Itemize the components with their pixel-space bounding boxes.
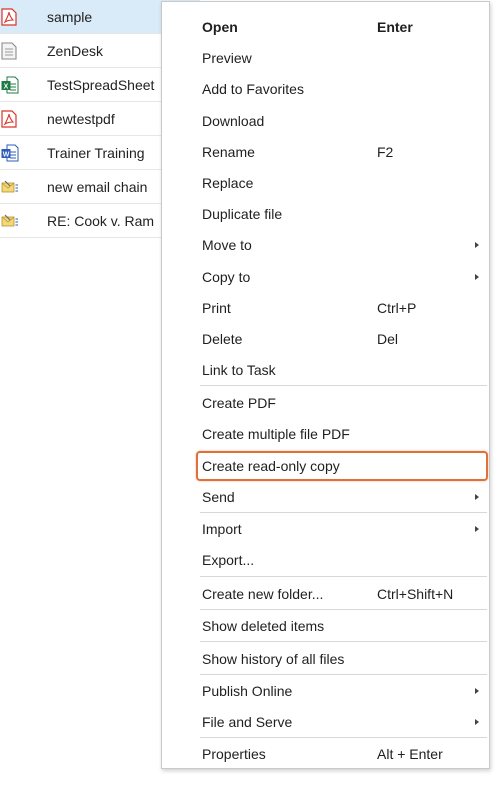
menu-item-label: Replace bbox=[202, 174, 254, 191]
menu-item-label: Print bbox=[202, 299, 231, 316]
excel-icon: X bbox=[1, 76, 19, 94]
menu-separator bbox=[200, 385, 487, 386]
menu-item-label: Import bbox=[202, 520, 242, 537]
menu-item-file-and-serve[interactable]: File and Serve bbox=[162, 706, 489, 737]
menu-item-label: Create multiple file PDF bbox=[202, 425, 350, 442]
menu-item-import[interactable]: Import bbox=[162, 513, 489, 544]
submenu-arrow-icon bbox=[475, 718, 479, 725]
menu-item-send[interactable]: Send bbox=[162, 481, 489, 512]
menu-item-label: File and Serve bbox=[202, 713, 293, 730]
menu-item-label: Export... bbox=[202, 551, 255, 568]
menu-item-label: Publish Online bbox=[202, 682, 293, 699]
menu-item-replace[interactable]: Replace bbox=[162, 167, 489, 198]
menu-item-label: Copy to bbox=[202, 268, 251, 285]
file-name: Trainer Training bbox=[47, 144, 145, 161]
menu-item-export[interactable]: Export... bbox=[162, 544, 489, 575]
file-browser: sample ZenDesk X TestSpreadSheet newtest… bbox=[0, 0, 496, 804]
menu-item-label: Duplicate file bbox=[202, 205, 283, 222]
menu-item-rename[interactable]: Rename F2 bbox=[162, 136, 489, 167]
menu-item-shortcut: Del bbox=[377, 330, 399, 347]
menu-item-label: Open bbox=[202, 18, 238, 35]
menu-item-label: Create read-only copy bbox=[202, 457, 340, 474]
file-name: TestSpreadSheet bbox=[47, 76, 155, 93]
menu-item-shortcut: Ctrl+P bbox=[377, 299, 417, 316]
svg-text:X: X bbox=[4, 83, 9, 90]
menu-item-label: Properties bbox=[202, 745, 266, 762]
menu-item-label: Create PDF bbox=[202, 394, 276, 411]
pdf-icon bbox=[1, 7, 17, 26]
menu-item-delete[interactable]: Delete Del bbox=[162, 323, 489, 354]
menu-item-properties[interactable]: Properties Alt + Enter bbox=[162, 738, 489, 769]
file-name: RE: Cook v. Ram bbox=[47, 212, 155, 229]
menu-item-download[interactable]: Download bbox=[162, 105, 489, 136]
menu-item-open[interactable]: Open Enter bbox=[162, 11, 489, 42]
menu-separator bbox=[200, 576, 487, 577]
menu-item-label: Show history of all files bbox=[202, 650, 345, 667]
menu-item-shortcut: F2 bbox=[377, 143, 394, 160]
menu-item-preview[interactable]: Preview bbox=[162, 42, 489, 73]
submenu-arrow-icon bbox=[475, 687, 479, 694]
menu-item-label: Move to bbox=[202, 236, 252, 253]
menu-item-create-multiple-file-pdf[interactable]: Create multiple file PDF bbox=[162, 418, 489, 449]
menu-item-shortcut: Ctrl+Shift+N bbox=[377, 585, 454, 602]
menu-item-show-history[interactable]: Show history of all files bbox=[162, 643, 489, 674]
context-menu: Open Enter Preview Add to Favorites Down… bbox=[161, 1, 490, 769]
menu-item-publish-online[interactable]: Publish Online bbox=[162, 675, 489, 706]
pdf-icon bbox=[1, 109, 17, 128]
menu-item-shortcut: Enter bbox=[377, 18, 413, 35]
file-name: sample bbox=[47, 8, 93, 25]
word-icon: W bbox=[1, 144, 19, 162]
menu-separator bbox=[200, 641, 487, 642]
svg-text:W: W bbox=[3, 151, 10, 158]
menu-item-add-to-favorites[interactable]: Add to Favorites bbox=[162, 73, 489, 104]
menu-item-print[interactable]: Print Ctrl+P bbox=[162, 292, 489, 323]
submenu-arrow-icon bbox=[475, 241, 479, 248]
menu-item-move-to[interactable]: Move to bbox=[162, 229, 489, 260]
email-icon bbox=[1, 212, 18, 230]
menu-item-create-pdf[interactable]: Create PDF bbox=[162, 387, 489, 418]
menu-item-duplicate-file[interactable]: Duplicate file bbox=[162, 198, 489, 229]
menu-item-label: Delete bbox=[202, 330, 243, 347]
menu-item-label: Show deleted items bbox=[202, 617, 325, 634]
menu-item-label: Send bbox=[202, 488, 235, 505]
menu-item-copy-to[interactable]: Copy to bbox=[162, 261, 489, 292]
submenu-arrow-icon bbox=[475, 273, 479, 280]
menu-item-label: Add to Favorites bbox=[202, 80, 304, 97]
file-name: newtestpdf bbox=[47, 110, 115, 127]
email-icon bbox=[1, 178, 18, 196]
menu-item-show-deleted-items[interactable]: Show deleted items bbox=[162, 610, 489, 641]
menu-item-label: Link to Task bbox=[202, 361, 276, 378]
file-name: ZenDesk bbox=[47, 42, 104, 59]
text-document-icon bbox=[1, 41, 17, 60]
menu-item-create-new-folder[interactable]: Create new folder... Ctrl+Shift+N bbox=[162, 578, 489, 609]
menu-item-shortcut: Alt + Enter bbox=[377, 745, 443, 762]
menu-item-create-read-only-copy[interactable]: Create read-only copy bbox=[162, 450, 489, 481]
file-name: new email chain bbox=[47, 178, 148, 195]
menu-item-link-to-task[interactable]: Link to Task bbox=[162, 354, 489, 385]
menu-item-label: Create new folder... bbox=[202, 585, 324, 602]
menu-item-label: Preview bbox=[202, 49, 252, 66]
submenu-arrow-icon bbox=[475, 525, 479, 532]
menu-item-label: Rename bbox=[202, 143, 255, 160]
submenu-arrow-icon bbox=[475, 493, 479, 500]
menu-item-label: Download bbox=[202, 112, 265, 129]
